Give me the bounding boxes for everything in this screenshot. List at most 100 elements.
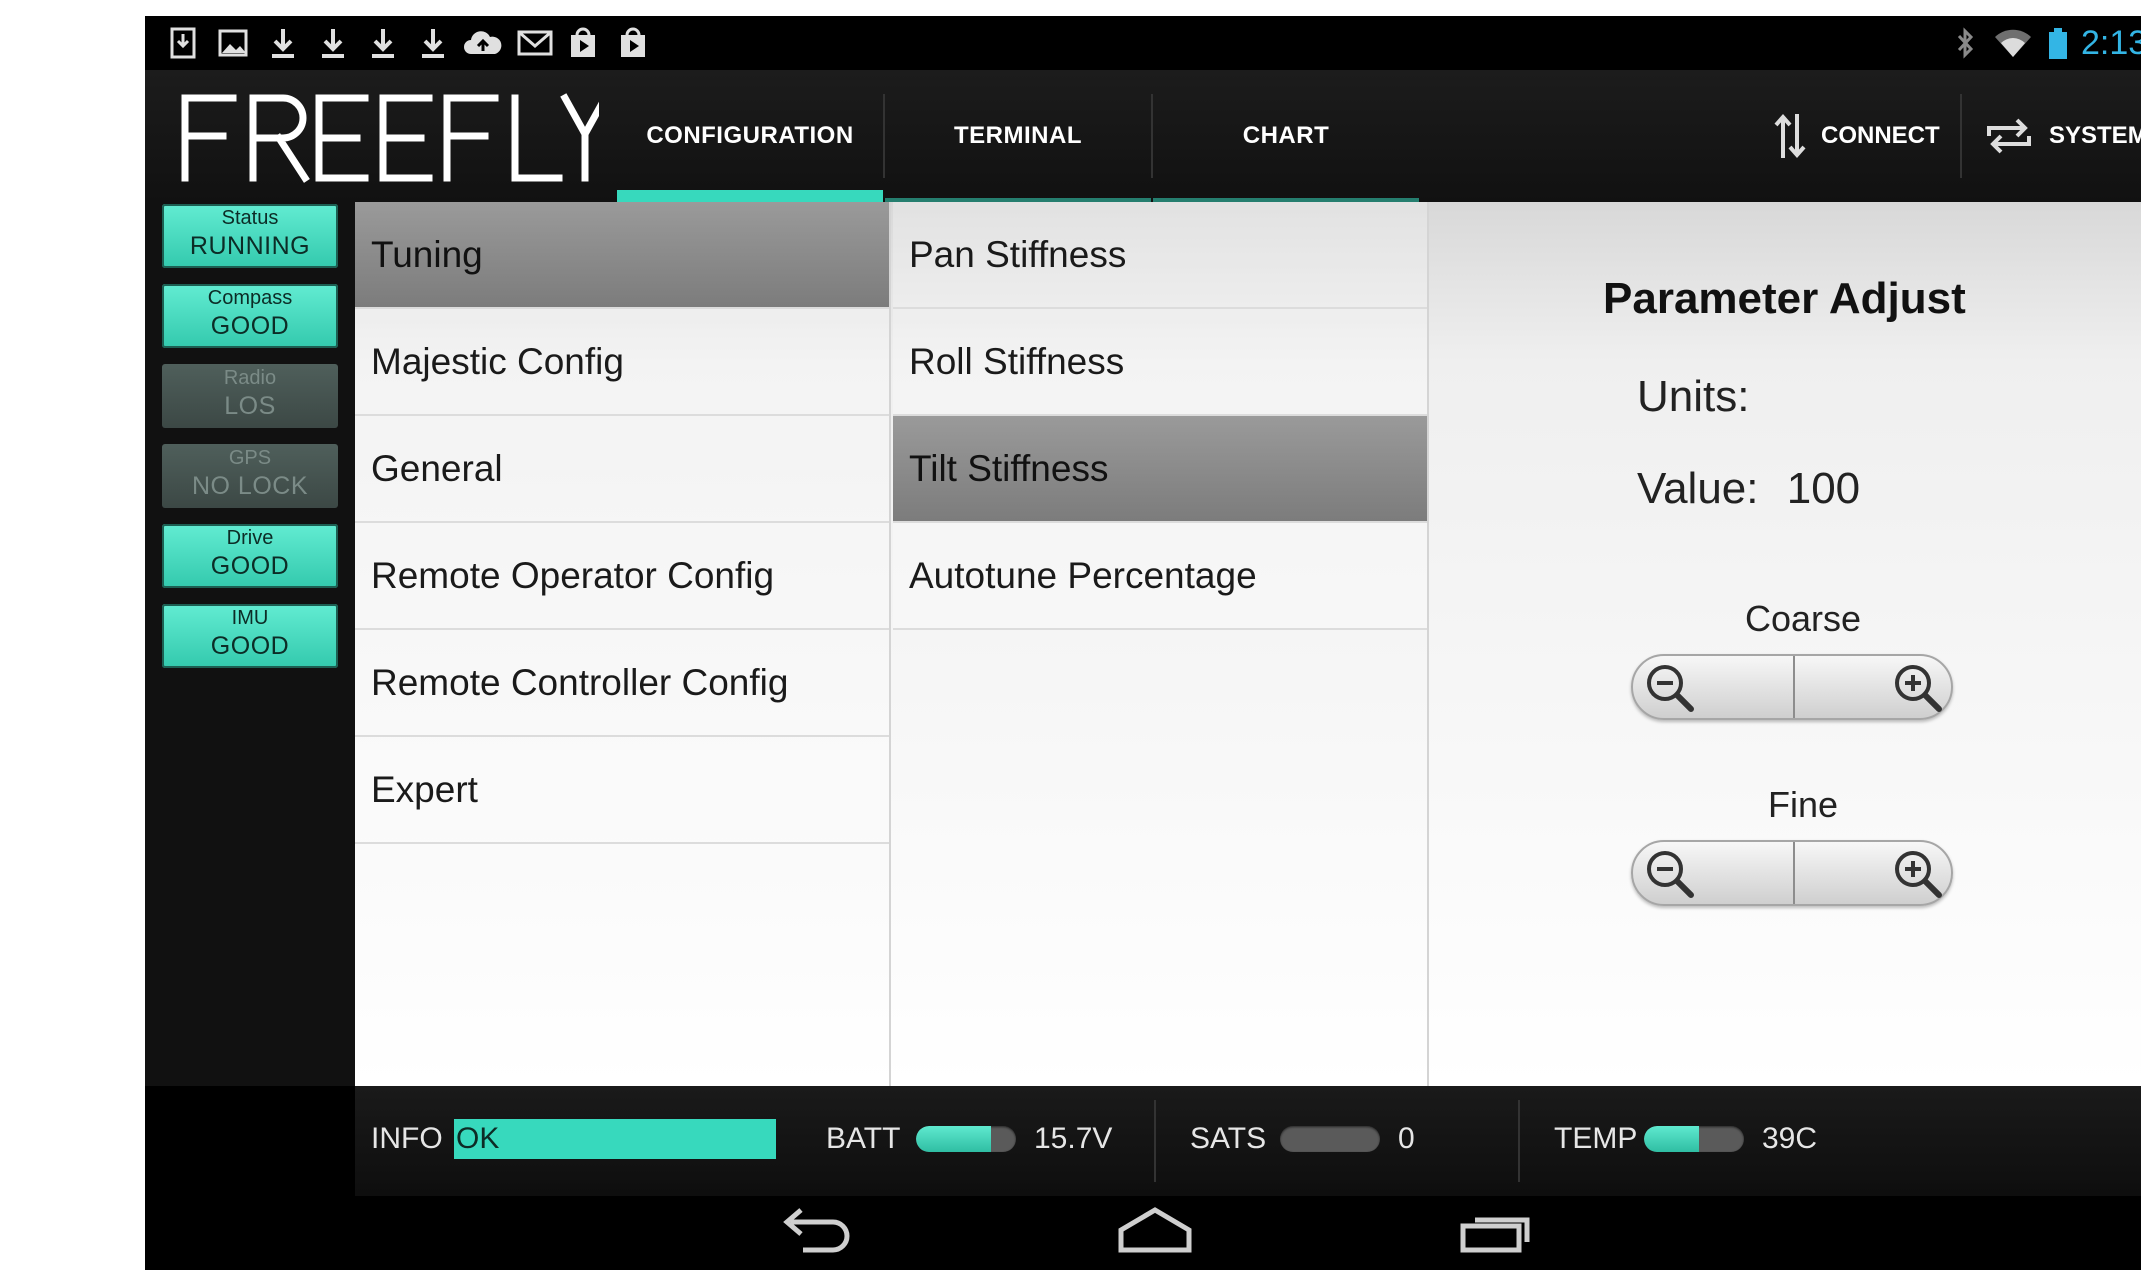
info-label: INFO <box>371 1122 443 1155</box>
status-indicator-label: Compass <box>207 287 293 309</box>
connect-label: CONNECT <box>1821 122 1940 149</box>
info-divider <box>1518 1100 1520 1182</box>
satellites-gauge <box>1280 1126 1380 1152</box>
category-label: Remote Controller Config <box>371 661 789 703</box>
action-divider <box>1960 94 1962 178</box>
cloud-upload-icon <box>463 26 503 60</box>
fine-stepper <box>1631 840 1953 906</box>
coarse-label: Coarse <box>1744 598 1862 639</box>
status-indicator-label: Drive <box>226 527 274 549</box>
category-item-majestic-config[interactable]: Majestic Config <box>355 309 889 416</box>
parameter-adjust-title: Parameter Adjust <box>1603 274 1966 323</box>
back-icon[interactable] <box>777 1200 853 1260</box>
download-icon <box>317 26 349 60</box>
temp-label: TEMP <box>1554 1122 1638 1155</box>
category-label: Remote Operator Config <box>371 554 775 596</box>
parameter-label: Autotune Percentage <box>909 554 1257 596</box>
category-item-remote-operator-config[interactable]: Remote Operator Config <box>355 523 889 630</box>
batt-label: BATT <box>826 1122 901 1155</box>
coarse-increase-button[interactable] <box>1792 656 1951 718</box>
batt-value: 15.7V <box>1034 1122 1113 1155</box>
zoom-out-icon <box>1647 851 1694 898</box>
units-label: Units: <box>1637 372 1750 421</box>
battery-gauge-fill <box>916 1126 991 1152</box>
parameter-label: Tilt Stiffness <box>909 447 1109 489</box>
parameter-item-autotune-percentage[interactable]: Autotune Percentage <box>893 523 1427 630</box>
temp-value: 39C <box>1762 1122 1818 1155</box>
coarse-decrease-button[interactable] <box>1633 656 1792 718</box>
download-icon <box>417 26 449 60</box>
category-item-tuning[interactable]: Tuning <box>355 202 889 309</box>
status-indicator-value: RUNNING <box>189 232 311 260</box>
sats-label: SATS <box>1190 1122 1267 1155</box>
tab-chart-label: CHART <box>1242 122 1330 149</box>
fine-decrease-button[interactable] <box>1633 842 1792 904</box>
shopping-bag-icon <box>617 26 649 60</box>
parameter-item-roll-stiffness[interactable]: Roll Stiffness <box>893 309 1427 416</box>
zoom-out-icon <box>1647 665 1694 712</box>
status-indicator-label: GPS <box>228 447 272 469</box>
category-label: Majestic Config <box>371 340 624 382</box>
home-icon[interactable] <box>1115 1200 1195 1260</box>
parameter-list: Pan Stiffness Roll Stiffness Tilt Stiffn… <box>893 202 1429 1086</box>
battery-gauge <box>916 1126 1016 1152</box>
coarse-stepper <box>1631 654 1953 720</box>
status-indicator-label: IMU <box>231 607 269 629</box>
status-indicator-compass: Compass GOOD <box>162 284 338 348</box>
status-panel: Status RUNNING Compass GOOD Radio LOS GP… <box>145 202 355 1086</box>
download-icon <box>267 26 299 60</box>
content-panels: Tuning Majestic Config General Remote Op… <box>355 202 2141 1086</box>
status-indicator-label: Radio <box>223 367 277 389</box>
tab-terminal[interactable]: TERMINAL <box>885 70 1151 202</box>
tab-configuration[interactable]: CONFIGURATION <box>617 70 883 202</box>
system-label: SYSTEM <box>2049 122 2141 149</box>
status-indicator-radio: Radio LOS <box>162 364 338 428</box>
units-row: Units: <box>1637 372 1749 422</box>
system-button[interactable]: SYSTEM <box>1983 70 2141 202</box>
battery-icon <box>2047 26 2069 60</box>
status-indicator-label: Status <box>221 207 279 229</box>
parameter-item-tilt-stiffness[interactable]: Tilt Stiffness <box>893 416 1427 523</box>
info-bar: INFO OK BATT 15.7V SATS 0 TEMP 39C <box>355 1086 2141 1196</box>
connect-button[interactable]: CONNECT <box>1773 70 1940 202</box>
parameter-item-pan-stiffness[interactable]: Pan Stiffness <box>893 202 1427 309</box>
image-icon <box>217 26 249 60</box>
status-indicator-value: LOS <box>224 392 276 420</box>
value-label: Value: <box>1637 464 1759 513</box>
clock: 2:13 <box>2081 24 2141 62</box>
status-indicator-status: Status RUNNING <box>162 204 338 268</box>
play-store-icon <box>567 26 599 60</box>
value-readout: 100 <box>1786 464 1861 513</box>
fine-increase-button[interactable] <box>1792 842 1951 904</box>
info-message: OK <box>454 1119 776 1159</box>
device-screen: 2:13 CONFIGURATION TERMINAL CHART CONNEC… <box>145 16 2141 1270</box>
parameter-label: Pan Stiffness <box>909 233 1127 275</box>
download-box-icon <box>167 26 199 60</box>
sats-value: 0 <box>1398 1122 1415 1155</box>
value-row: Value: 100 <box>1637 464 1860 514</box>
tab-indicator <box>617 190 883 202</box>
category-label: Expert <box>371 768 478 810</box>
temperature-gauge <box>1644 1126 1744 1152</box>
navigation-bar <box>145 1196 2141 1270</box>
tab-configuration-label: CONFIGURATION <box>646 122 854 149</box>
category-list: Tuning Majestic Config General Remote Op… <box>355 202 891 1086</box>
status-indicator-gps: GPS NO LOCK <box>162 444 338 508</box>
parameter-label: Roll Stiffness <box>909 340 1125 382</box>
category-label: Tuning <box>371 233 483 275</box>
category-item-remote-controller-config[interactable]: Remote Controller Config <box>355 630 889 737</box>
status-indicator-value: NO LOCK <box>191 472 309 500</box>
fine-label: Fine <box>1767 784 1839 825</box>
tab-chart[interactable]: CHART <box>1153 70 1419 202</box>
status-indicator-value: GOOD <box>210 632 290 660</box>
bluetooth-icon <box>1953 26 1977 60</box>
action-bar: CONFIGURATION TERMINAL CHART CONNECT SYS… <box>145 70 2141 202</box>
category-label: General <box>371 447 503 489</box>
recent-apps-icon[interactable] <box>1459 1200 1539 1260</box>
category-item-general[interactable]: General <box>355 416 889 523</box>
download-icon <box>367 26 399 60</box>
status-indicator-value: GOOD <box>210 312 290 340</box>
category-item-expert[interactable]: Expert <box>355 737 889 844</box>
status-indicator-imu: IMU GOOD <box>162 604 338 668</box>
status-indicator-value: GOOD <box>210 552 290 580</box>
